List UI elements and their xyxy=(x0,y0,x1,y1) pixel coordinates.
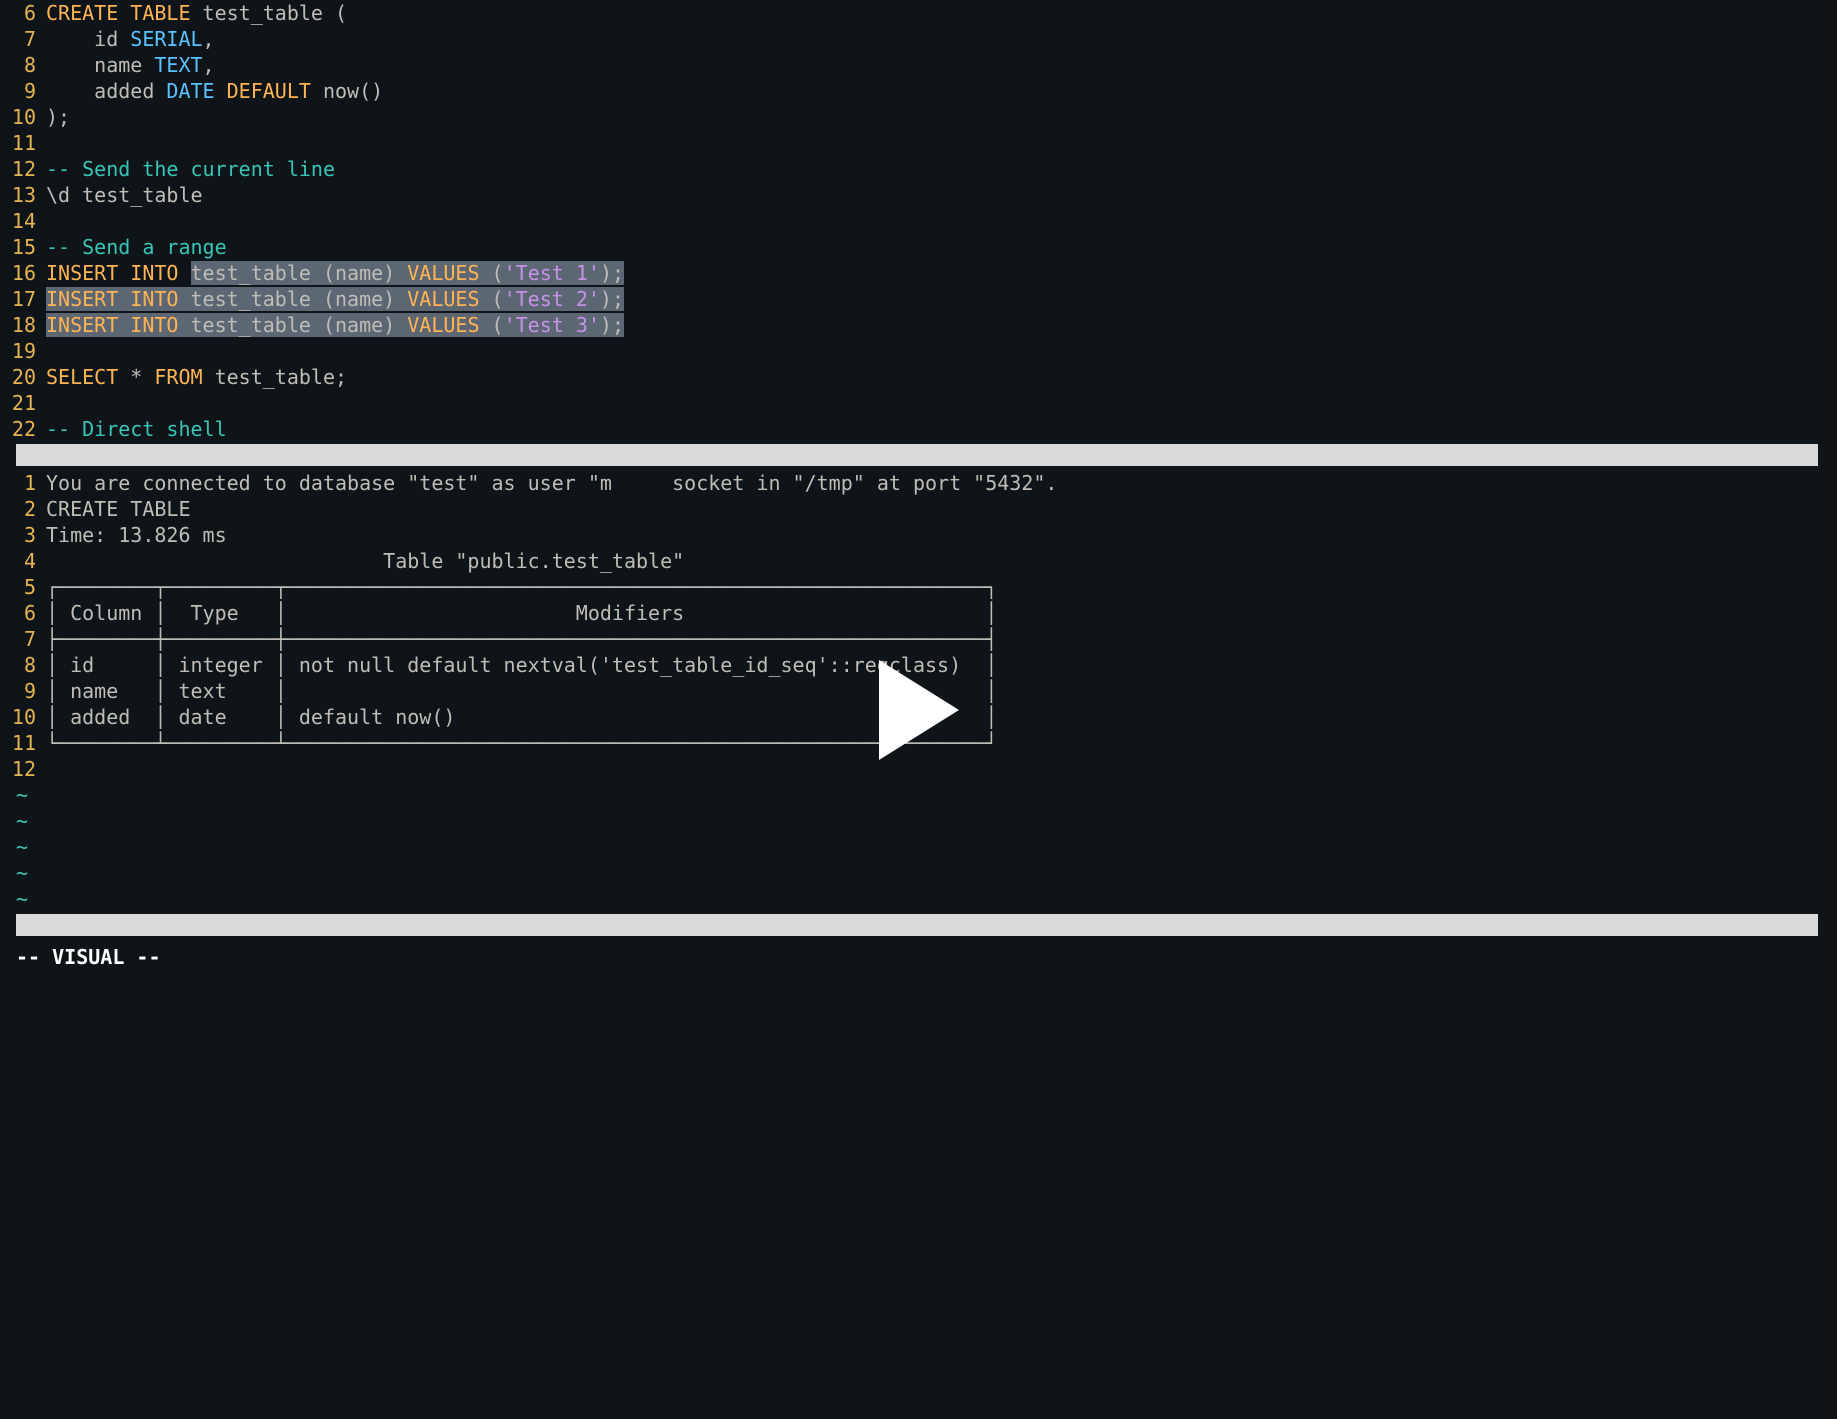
line-number: 16 xyxy=(0,260,46,286)
code-line[interactable]: 14 xyxy=(0,208,1837,234)
code-content: -- Send the current line xyxy=(46,156,1837,182)
output-content: Table "public.test_table" xyxy=(46,548,1837,574)
empty-line-tilde: ~ xyxy=(0,834,1837,860)
line-number: 8 xyxy=(0,652,46,678)
output-line: 6│ Column │ Type │ Modifiers │ xyxy=(0,600,1837,626)
code-content xyxy=(46,208,1837,234)
line-number: 1 xyxy=(0,470,46,496)
code-content: CREATE TABLE test_table ( xyxy=(46,0,1837,26)
line-number: 13 xyxy=(0,182,46,208)
editor-pane[interactable]: 6CREATE TABLE test_table (7 id SERIAL,8 … xyxy=(0,0,1837,442)
code-line[interactable]: 15-- Send a range xyxy=(0,234,1837,260)
line-number: 19 xyxy=(0,338,46,364)
line-number: 4 xyxy=(0,548,46,574)
code-content xyxy=(46,130,1837,156)
code-content: SELECT * FROM test_table; xyxy=(46,364,1837,390)
mode-indicator: -- VISUAL -- xyxy=(0,940,1837,966)
code-content: INSERT INTO test_table (name) VALUES ('T… xyxy=(46,260,1837,286)
code-line[interactable]: 10); xyxy=(0,104,1837,130)
output-content xyxy=(46,756,1837,782)
code-line[interactable]: 22-- Direct shell xyxy=(0,416,1837,442)
line-number: 8 xyxy=(0,52,46,78)
code-line[interactable]: 12-- Send the current line xyxy=(0,156,1837,182)
line-number: 7 xyxy=(0,26,46,52)
code-line[interactable]: 7 id SERIAL, xyxy=(0,26,1837,52)
code-line[interactable]: 17INSERT INTO test_table (name) VALUES (… xyxy=(0,286,1837,312)
output-line: 3Time: 13.826 ms xyxy=(0,522,1837,548)
line-number: 21 xyxy=(0,390,46,416)
output-line: 7├────────┼─────────┼───────────────────… xyxy=(0,626,1837,652)
code-content: id SERIAL, xyxy=(46,26,1837,52)
code-line[interactable]: 19 xyxy=(0,338,1837,364)
line-number: 22 xyxy=(0,416,46,442)
line-number: 7 xyxy=(0,626,46,652)
code-content: name TEXT, xyxy=(46,52,1837,78)
line-number: 6 xyxy=(0,600,46,626)
output-line: 2CREATE TABLE xyxy=(0,496,1837,522)
line-number: 10 xyxy=(0,104,46,130)
empty-line-tilde: ~ xyxy=(0,860,1837,886)
line-number: 15 xyxy=(0,234,46,260)
code-line[interactable]: 20SELECT * FROM test_table; xyxy=(0,364,1837,390)
empty-line-tilde: ~ xyxy=(0,782,1837,808)
output-line: 4 Table "public.test_table" xyxy=(0,548,1837,574)
line-number: 9 xyxy=(0,78,46,104)
code-content: -- Send a range xyxy=(46,234,1837,260)
line-number: 10 xyxy=(0,704,46,730)
code-content: ); xyxy=(46,104,1837,130)
line-number: 2 xyxy=(0,496,46,522)
line-number: 5 xyxy=(0,574,46,600)
output-content: Time: 13.826 ms xyxy=(46,522,1837,548)
output-content: You are connected to database "test" as … xyxy=(46,470,1837,496)
line-number: 14 xyxy=(0,208,46,234)
empty-line-tilde: ~ xyxy=(0,808,1837,834)
output-line: 1You are connected to database "test" as… xyxy=(0,470,1837,496)
code-line[interactable]: 13\d test_table xyxy=(0,182,1837,208)
line-number: 12 xyxy=(0,756,46,782)
output-content: ├────────┼─────────┼────────────────────… xyxy=(46,626,1837,652)
code-content: added DATE DEFAULT now() xyxy=(46,78,1837,104)
empty-line-tilde: ~ xyxy=(0,886,1837,912)
code-line[interactable]: 9 added DATE DEFAULT now() xyxy=(0,78,1837,104)
output-content: CREATE TABLE xyxy=(46,496,1837,522)
output-line: 5┌────────┬─────────┬───────────────────… xyxy=(0,574,1837,600)
line-number: 11 xyxy=(0,730,46,756)
code-line[interactable]: 8 name TEXT, xyxy=(0,52,1837,78)
code-content: -- Direct shell xyxy=(46,416,1837,442)
code-line[interactable]: 16INSERT INTO test_table (name) VALUES (… xyxy=(0,260,1837,286)
line-number: 9 xyxy=(0,678,46,704)
code-line[interactable]: 18INSERT INTO test_table (name) VALUES (… xyxy=(0,312,1837,338)
code-line[interactable]: 6CREATE TABLE test_table ( xyxy=(0,0,1837,26)
line-number: 18 xyxy=(0,312,46,338)
code-line[interactable]: 21 xyxy=(0,390,1837,416)
play-button[interactable] xyxy=(874,660,964,760)
code-content: INSERT INTO test_table (name) VALUES ('T… xyxy=(46,286,1837,312)
line-number: 3 xyxy=(0,522,46,548)
split-divider xyxy=(16,444,1818,466)
play-icon xyxy=(874,660,964,760)
code-content xyxy=(46,338,1837,364)
output-content: │ Column │ Type │ Modifiers │ xyxy=(46,600,1837,626)
code-content: \d test_table xyxy=(46,182,1837,208)
output-content: ┌────────┬─────────┬────────────────────… xyxy=(46,574,1837,600)
line-number: 6 xyxy=(0,0,46,26)
line-number: 17 xyxy=(0,286,46,312)
line-number: 12 xyxy=(0,156,46,182)
code-line[interactable]: 11 xyxy=(0,130,1837,156)
code-content xyxy=(46,390,1837,416)
code-content: INSERT INTO test_table (name) VALUES ('T… xyxy=(46,312,1837,338)
line-number: 11 xyxy=(0,130,46,156)
status-bar xyxy=(16,914,1818,936)
line-number: 20 xyxy=(0,364,46,390)
output-line: 12 xyxy=(0,756,1837,782)
